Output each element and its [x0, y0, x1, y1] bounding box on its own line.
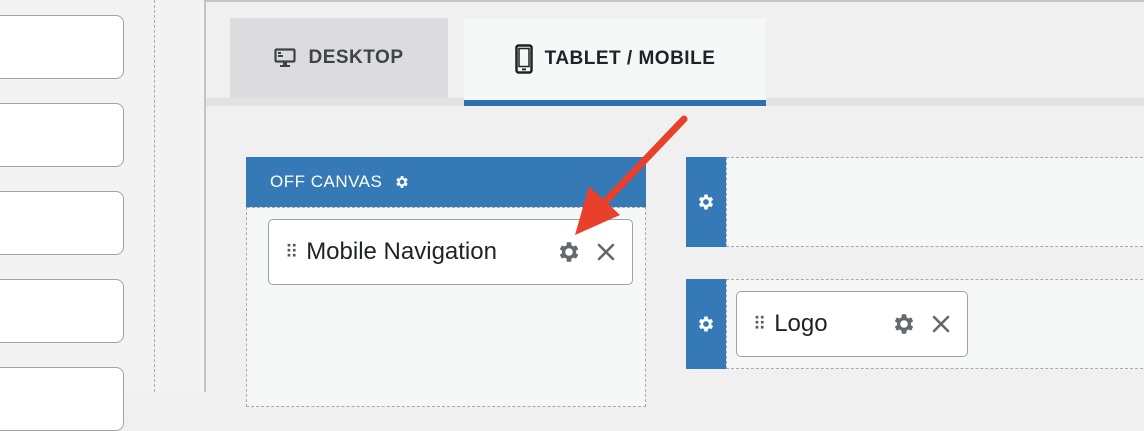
- smartphone-icon: [514, 44, 533, 74]
- tab-desktop-label: DESKTOP: [308, 47, 404, 68]
- off-canvas-title: OFF CANVAS: [270, 172, 383, 191]
- left-placeholder-box: [0, 103, 124, 167]
- gear-icon[interactable]: [696, 192, 716, 212]
- gear-icon[interactable]: [556, 239, 582, 265]
- tab-desktop[interactable]: DESKTOP: [230, 18, 448, 98]
- close-icon[interactable]: [596, 242, 616, 262]
- item-label: Mobile Navigation: [306, 238, 497, 265]
- drag-handle-icon[interactable]: ⠿: [753, 314, 766, 335]
- left-placeholder-box: [0, 279, 124, 343]
- gear-icon[interactable]: [891, 311, 917, 337]
- gear-icon[interactable]: [394, 174, 410, 190]
- tab-tablet-mobile[interactable]: TABLET / MOBILE: [464, 18, 766, 106]
- row-settings-tab[interactable]: [686, 279, 726, 369]
- left-placeholder-box: [0, 191, 124, 255]
- logo-item[interactable]: ⠿ Logo: [736, 291, 968, 357]
- close-icon[interactable]: [931, 314, 951, 334]
- drag-handle-icon[interactable]: ⠿: [285, 242, 298, 263]
- gear-icon[interactable]: [696, 314, 716, 334]
- left-placeholder-box: [0, 367, 124, 431]
- tab-mobile-label: TABLET / MOBILE: [544, 48, 716, 69]
- left-placeholder-box: [0, 15, 124, 79]
- desktop-monitor-icon: [274, 48, 297, 68]
- item-label: Logo: [774, 310, 828, 337]
- left-sidebar: [0, 0, 204, 431]
- dashed-divider: [154, 0, 155, 392]
- off-canvas-header: OFF CANVAS: [246, 157, 646, 207]
- row-dropzone[interactable]: [726, 157, 1144, 247]
- mobile-navigation-item[interactable]: ⠿ Mobile Navigation: [268, 219, 633, 285]
- row-settings-tab[interactable]: [686, 157, 726, 247]
